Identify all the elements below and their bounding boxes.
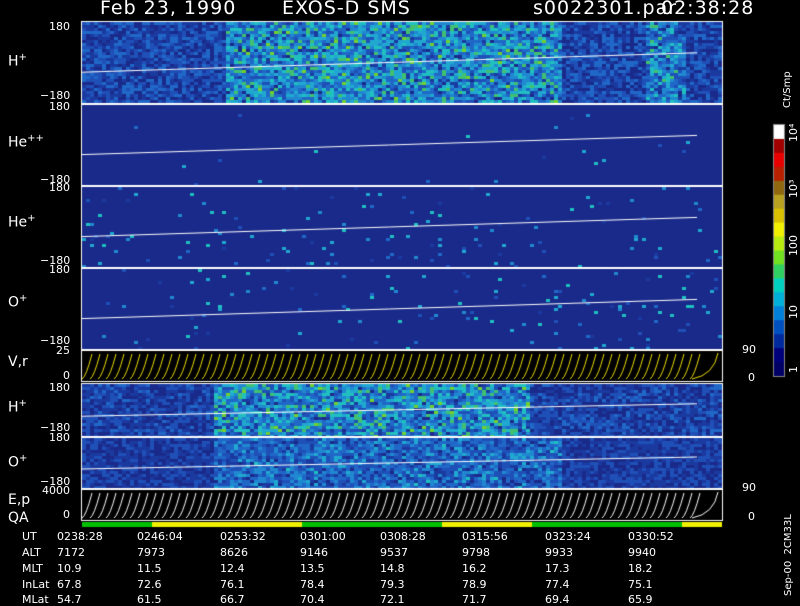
panel-label-o-plus-2: O+ [8, 453, 28, 471]
stats-cell: 77.4 [545, 578, 570, 591]
tick-h2-top: 180 [49, 381, 70, 394]
stats-cell: 0323:24 [545, 530, 591, 543]
panel-label-he-plus: He+ [8, 213, 36, 231]
tick-op-top: 180 [49, 263, 70, 276]
panel-label-h-plus-2: H+ [8, 398, 27, 416]
tick-right-ep-top: 90 [742, 481, 756, 494]
panel-label-v-r: V,r [8, 354, 28, 370]
stats-cell: 9146 [300, 546, 328, 559]
stats-cell: 9798 [462, 546, 490, 559]
stats-cell: 18.2 [628, 562, 653, 575]
stats-cell: 16.2 [462, 562, 487, 575]
footer-note: Sep-00 2CM33L [783, 514, 794, 596]
stats-cell: 67.8 [57, 578, 82, 591]
panel-label-h-plus: H+ [8, 52, 27, 70]
plot-date: Feb 23, 1990 [100, 0, 237, 19]
stats-cell: 79.3 [380, 578, 405, 591]
stats-cell: 0238:28 [57, 530, 103, 543]
panel-label-qa: QA [8, 510, 29, 526]
stats-row-label: ALT [22, 546, 41, 559]
colorbar-tick-100: 100 [787, 235, 800, 256]
stats-cell: 0315:56 [462, 530, 508, 543]
stats-cell: 13.5 [300, 562, 325, 575]
stats-cell: 8626 [220, 546, 248, 559]
instrument-name: EXOS-D SMS [282, 0, 411, 19]
stats-cell: 7973 [137, 546, 165, 559]
tick-vr-top: 25 [56, 344, 70, 357]
stats-row-label: InLat [22, 578, 50, 591]
tick-h-top: 180 [49, 20, 70, 33]
stats-cell: 10.9 [57, 562, 82, 575]
tick-right-ep-bottom: 0 [748, 510, 755, 523]
stats-cell: 7172 [57, 546, 85, 559]
stats-cell: 9940 [628, 546, 656, 559]
stats-cell: 78.4 [300, 578, 325, 591]
stats-cell: 9933 [545, 546, 573, 559]
stats-cell: 0246:04 [137, 530, 183, 543]
stats-cell: 72.6 [137, 578, 162, 591]
tick-right-vr-bottom: 0 [748, 371, 755, 384]
panel-label-o-plus: O+ [8, 293, 28, 311]
tick-hepp-top: 180 [49, 100, 70, 113]
stats-row-label: UT [22, 530, 37, 543]
stats-cell: 12.4 [220, 562, 245, 575]
file-name: s0022301.par [533, 0, 678, 19]
panel-label-he-plusplus: He++ [8, 133, 44, 151]
stats-cell: 11.5 [137, 562, 162, 575]
stats-cell: 75.1 [628, 578, 653, 591]
colorbar-tick-1e4: 10⁴ [787, 123, 800, 142]
colorbar-tick-10: 10 [787, 305, 800, 319]
stats-cell: 0330:52 [628, 530, 674, 543]
stats-cell: 76.1 [220, 578, 245, 591]
stats-row-label: MLT [22, 562, 43, 575]
stats-cell: 17.3 [545, 562, 570, 575]
tick-right-vr-top: 90 [742, 343, 756, 356]
tick-ep-top: 4000 [42, 484, 70, 497]
stats-cell: 78.9 [462, 578, 487, 591]
stats-cell: 14.8 [380, 562, 405, 575]
panel-label-e-p: E,p [8, 492, 31, 508]
stats-cell: 0308:28 [380, 530, 426, 543]
stats-cell: 0253:32 [220, 530, 266, 543]
colorbar-tick-1e3: 10³ [787, 179, 800, 198]
colorbar-tick-1: 1 [787, 366, 800, 373]
tick-ep-bottom: 0 [63, 508, 70, 521]
stats-cell: 9537 [380, 546, 408, 559]
tick-o2-top: 180 [49, 431, 70, 444]
stats-cell: 0301:00 [300, 530, 346, 543]
plot-time: 02:38:28 [661, 0, 755, 19]
spectrogram-canvas [0, 0, 800, 600]
colorbar-unit: Ct/Smp [782, 71, 793, 108]
tick-hep-top: 180 [49, 181, 70, 194]
